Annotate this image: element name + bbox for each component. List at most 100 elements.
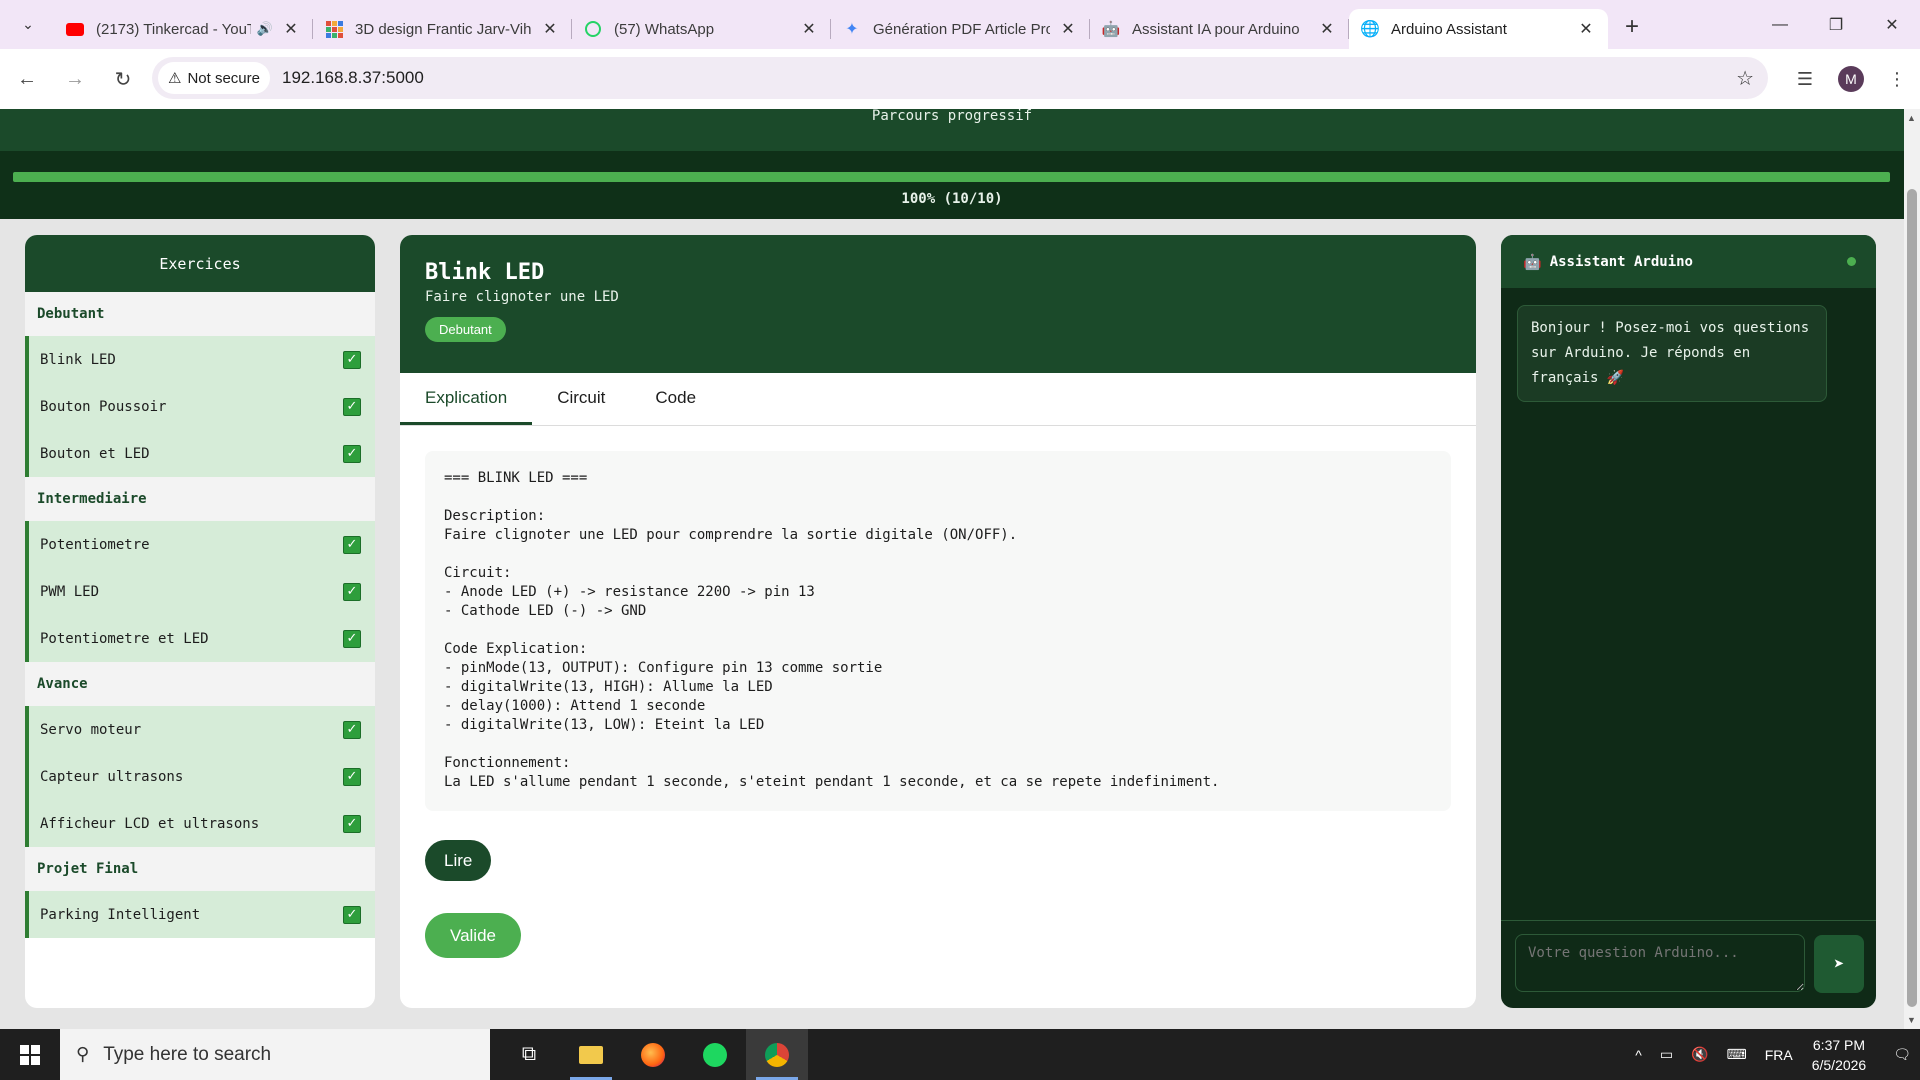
- omnibox[interactable]: ⚠ Not secure 192.168.8.37:5000 ☆: [152, 57, 1768, 99]
- bookmark-star-icon[interactable]: ☆: [1736, 66, 1754, 91]
- site-info-chip[interactable]: ⚠ Not secure: [158, 62, 270, 94]
- window-close-button[interactable]: ✕: [1864, 0, 1920, 49]
- globe-icon: 🌐: [1360, 21, 1380, 38]
- url-text[interactable]: 192.168.8.37:5000: [282, 68, 424, 88]
- page-scrollbar[interactable]: ▲ ▼: [1904, 109, 1920, 1029]
- start-button[interactable]: [0, 1029, 60, 1080]
- menu-button[interactable]: ⋮: [1874, 56, 1920, 102]
- playlist-icon: ☰: [1796, 68, 1814, 89]
- explanation-text: === BLINK LED === Description: Faire cli…: [425, 451, 1451, 811]
- browser-tab-strip: ⌄ (2173) Tinkercad - YouTube🔊✕3D design …: [0, 0, 1920, 49]
- system-tray: ^ ▭ 🔇 ⌨ FRA 6:37 PM 6/5/2026 🗨: [1626, 1029, 1920, 1080]
- clock[interactable]: 6:37 PM 6/5/2026: [1812, 1035, 1867, 1075]
- close-icon: ✕: [1885, 16, 1899, 34]
- browser-tab[interactable]: (57) WhatsApp ✕: [572, 9, 831, 49]
- tab-close-icon[interactable]: ✕: [281, 19, 301, 39]
- sidebar-item[interactable]: Afficheur LCD et ultrasons ✓: [25, 800, 375, 847]
- tab-circuit[interactable]: Circuit: [532, 373, 630, 425]
- checkbox-checked-icon[interactable]: ✓: [343, 905, 361, 924]
- sidebar-section: Avance: [25, 662, 375, 706]
- file-explorer-button[interactable]: [560, 1029, 622, 1080]
- exercise-tabs: Explication Circuit Code: [400, 373, 1476, 426]
- sidebar-item[interactable]: Servo moteur ✓: [25, 706, 375, 753]
- tab-code[interactable]: Code: [630, 373, 721, 425]
- sidebar-item[interactable]: Blink LED ✓: [25, 336, 375, 383]
- forward-button[interactable]: →: [54, 58, 96, 100]
- sidebar-item[interactable]: Capteur ultrasons ✓: [25, 753, 375, 800]
- youtube-icon: [66, 20, 84, 38]
- checkbox-checked-icon[interactable]: ✓: [343, 582, 361, 601]
- speaker-icon[interactable]: 🔊: [257, 21, 273, 37]
- arrow-left-icon: ←: [17, 67, 37, 90]
- checkbox-checked-icon[interactable]: ✓: [343, 814, 361, 833]
- profile-button[interactable]: M: [1828, 56, 1874, 102]
- level-badge: Debutant: [425, 317, 506, 342]
- task-view-button[interactable]: ⧉: [498, 1029, 560, 1080]
- sidebar-item[interactable]: Potentiometre ✓: [25, 521, 375, 568]
- back-button[interactable]: ←: [6, 58, 48, 100]
- restore-button[interactable]: ❐: [1808, 0, 1864, 49]
- exercise-subtitle: Faire clignoter une LED: [425, 289, 619, 305]
- sidebar-item[interactable]: Bouton et LED ✓: [25, 430, 375, 477]
- tab-close-icon[interactable]: ✕: [1576, 19, 1596, 39]
- assistant-panel: 🤖 Assistant Arduino Bonjour ! Posez-moi …: [1501, 235, 1876, 1008]
- browser-tab[interactable]: (2173) Tinkercad - YouTube 🔊 ✕: [54, 9, 313, 49]
- clock-time: 6:37 PM: [1812, 1036, 1866, 1053]
- exercise-sidebar: Exercices Debutant Blink LED ✓ Bouton Pouss…: [25, 235, 375, 1008]
- chat-input[interactable]: [1515, 934, 1805, 992]
- assistant-icon: 🤖: [1101, 21, 1121, 38]
- taskbar-search[interactable]: ⚲ Type here to search: [60, 1029, 490, 1080]
- validate-button[interactable]: Valide: [425, 913, 521, 958]
- media-controls-button[interactable]: ☰: [1782, 56, 1828, 102]
- sidebar-item[interactable]: PWM LED ✓: [25, 568, 375, 615]
- read-button[interactable]: Lire: [425, 840, 492, 881]
- tab-close-icon[interactable]: ✕: [540, 19, 560, 39]
- toolbar-right: ☰ M ⋮: [1782, 49, 1920, 109]
- browser-tab[interactable]: 3D design Frantic Jarv-Vihelmi ✕: [313, 9, 572, 49]
- language-indicator[interactable]: FRA: [1765, 1047, 1793, 1063]
- reload-button[interactable]: ↻: [102, 58, 144, 100]
- tab-close-icon[interactable]: ✕: [1317, 19, 1337, 39]
- firefox-button[interactable]: [622, 1029, 684, 1080]
- tab-close-icon[interactable]: ✕: [1058, 19, 1078, 39]
- send-icon: ➤: [1833, 953, 1845, 975]
- scrollbar-thumb[interactable]: [1907, 189, 1917, 1007]
- scroll-down-icon[interactable]: ▼: [1907, 1015, 1916, 1025]
- exercise-panel: Blink LED Faire clignoter une LED Debuta…: [400, 235, 1476, 1008]
- sidebar-item-label: Afficheur LCD et ultrasons: [40, 815, 260, 832]
- browser-tab[interactable]: 🌐 Arduino Assistant ✕: [1349, 9, 1608, 49]
- assistant-title: Assistant Arduino: [1549, 253, 1693, 270]
- notifications-icon[interactable]: 🗨: [1893, 1046, 1911, 1063]
- sidebar-item-label: Parking Intelligent: [40, 906, 201, 923]
- tab-title: Arduino Assistant: [1391, 20, 1507, 38]
- keyboard-icon[interactable]: ⌨: [1727, 1046, 1747, 1063]
- checkbox-checked-icon[interactable]: ✓: [343, 767, 361, 786]
- browser-tab[interactable]: ✦ Génération PDF Article Pro ✕: [831, 9, 1090, 49]
- checkbox-checked-icon[interactable]: ✓: [343, 535, 361, 554]
- sidebar-item[interactable]: Bouton Poussoir ✓: [25, 383, 375, 430]
- header-band: Parcours progressif: [0, 109, 1904, 151]
- chrome-button[interactable]: [746, 1029, 808, 1080]
- checkbox-checked-icon[interactable]: ✓: [343, 350, 361, 369]
- sidebar-item[interactable]: Parking Intelligent ✓: [25, 891, 375, 938]
- tab-close-icon[interactable]: ✕: [799, 19, 819, 39]
- chevron-down-icon: ⌄: [22, 16, 34, 32]
- sidebar-item-label: Bouton Poussoir: [40, 398, 167, 415]
- volume-muted-icon[interactable]: 🔇: [1691, 1046, 1708, 1063]
- tab-explication[interactable]: Explication: [400, 373, 533, 425]
- scroll-up-icon[interactable]: ▲: [1907, 113, 1916, 123]
- search-icon: ⚲: [76, 1044, 90, 1064]
- send-button[interactable]: ➤: [1814, 935, 1864, 993]
- new-tab-button[interactable]: +: [1614, 9, 1650, 45]
- checkbox-checked-icon[interactable]: ✓: [343, 629, 361, 648]
- checkbox-checked-icon[interactable]: ✓: [343, 397, 361, 416]
- minimize-button[interactable]: —: [1752, 0, 1808, 49]
- chevron-up-icon[interactable]: ^: [1635, 1047, 1642, 1063]
- battery-icon[interactable]: ▭: [1660, 1046, 1673, 1063]
- checkbox-checked-icon[interactable]: ✓: [343, 720, 361, 739]
- checkbox-checked-icon[interactable]: ✓: [343, 444, 361, 463]
- sidebar-item[interactable]: Potentiometre et LED ✓: [25, 615, 375, 662]
- browser-tab[interactable]: 🤖 Assistant IA pour Arduino ✕: [1090, 9, 1349, 49]
- spotify-button[interactable]: [684, 1029, 746, 1080]
- tab-search-button[interactable]: ⌄: [10, 8, 46, 42]
